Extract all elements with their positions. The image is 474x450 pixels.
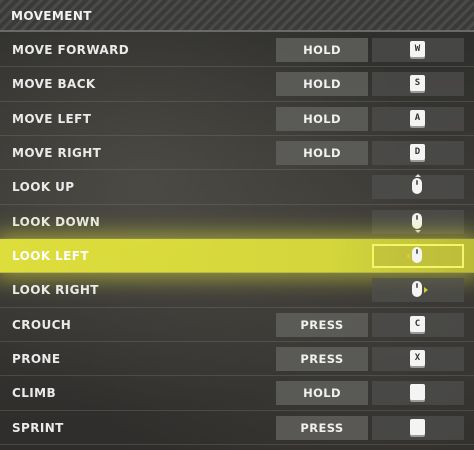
mode-toggle[interactable]: HOLD [276,38,368,62]
binding-label: MOVE LEFT [12,111,92,126]
binding-row-move-forward[interactable]: MOVE FORWARD HOLD W [0,33,474,68]
mouse-up-icon [412,178,422,195]
key-binding-slot[interactable]: W [372,38,464,62]
binding-label: MOVE RIGHT [12,146,102,161]
binding-row-crouch[interactable]: CROUCH PRESS C [0,308,474,343]
section-title: MOVEMENT [11,9,92,23]
key-binding-slot[interactable] [372,278,464,303]
binding-label: SPRINT [12,420,64,435]
keycap-icon: X [410,350,425,367]
controls-panel: MOVEMENT MOVE FORWARD HOLD W MOVE BACK H… [0,0,474,450]
mouse-left-icon [412,247,422,264]
mode-toggle[interactable]: PRESS [276,415,368,440]
binding-row-look-up[interactable]: LOOK UP [0,170,474,205]
keycap-icon: D [410,144,425,161]
binding-row-move-left[interactable]: MOVE LEFT HOLD A [0,102,474,137]
key-binding-slot[interactable] [372,174,464,200]
mode-toggle[interactable]: HOLD [276,106,368,131]
binding-label: MOVE FORWARD [12,43,130,57]
mode-toggle[interactable]: HOLD [276,141,368,166]
key-binding-slot[interactable]: C [372,312,464,337]
mode-toggle[interactable]: HOLD [276,381,368,406]
section-header: MOVEMENT [0,0,474,32]
binding-label: LOOK DOWN [12,214,101,229]
key-binding-slot[interactable]: A [372,106,464,131]
binding-row-look-down[interactable]: LOOK DOWN [0,205,474,240]
binding-label: MOVE BACK [12,77,96,92]
blank-keycap-icon [410,384,425,401]
binding-row-move-back[interactable]: MOVE BACK HOLD S [0,67,474,102]
key-binding-slot[interactable] [372,381,464,406]
arrow-right-icon [424,287,428,294]
keycap-icon: S [410,75,425,92]
binding-label: LOOK UP [12,180,75,195]
key-binding-slot[interactable] [372,244,464,269]
binding-label: LOOK RIGHT [12,283,99,298]
binding-row-climb[interactable]: CLIMB HOLD [0,376,474,411]
arrow-up-icon [415,174,421,178]
binding-row-prone[interactable]: PRONE PRESS X [0,342,474,377]
binding-label: CLIMB [12,386,57,401]
key-binding-slot[interactable] [372,209,464,234]
keycap-icon: C [410,315,425,332]
binding-row-move-right[interactable]: MOVE RIGHT HOLD D [0,136,474,171]
keycap-icon: W [410,41,425,57]
keycap-icon: A [410,109,425,126]
binding-row-look-right[interactable]: LOOK RIGHT [0,273,474,308]
blank-keycap-icon [410,418,425,435]
mode-toggle[interactable]: PRESS [276,312,368,337]
mode-toggle[interactable]: HOLD [276,72,368,97]
arrow-down-icon [415,229,421,233]
binding-row-look-left[interactable]: LOOK LEFT [0,239,474,274]
binding-label: PRONE [12,352,61,367]
mouse-right-icon [412,281,422,298]
key-binding-slot[interactable]: S [372,72,464,97]
mode-toggle[interactable]: PRESS [276,347,368,372]
key-binding-slot[interactable] [372,415,464,440]
binding-label: LOOK LEFT [12,249,89,264]
key-binding-slot[interactable]: D [372,141,464,166]
bindings-list: MOVE FORWARD HOLD W MOVE BACK HOLD S MOV… [0,33,474,446]
binding-row-sprint[interactable]: SPRINT PRESS [0,411,474,446]
mouse-down-icon [412,212,422,229]
arrow-left-icon [406,253,410,260]
binding-label: CROUCH [12,317,72,332]
key-binding-slot[interactable]: X [372,347,464,372]
